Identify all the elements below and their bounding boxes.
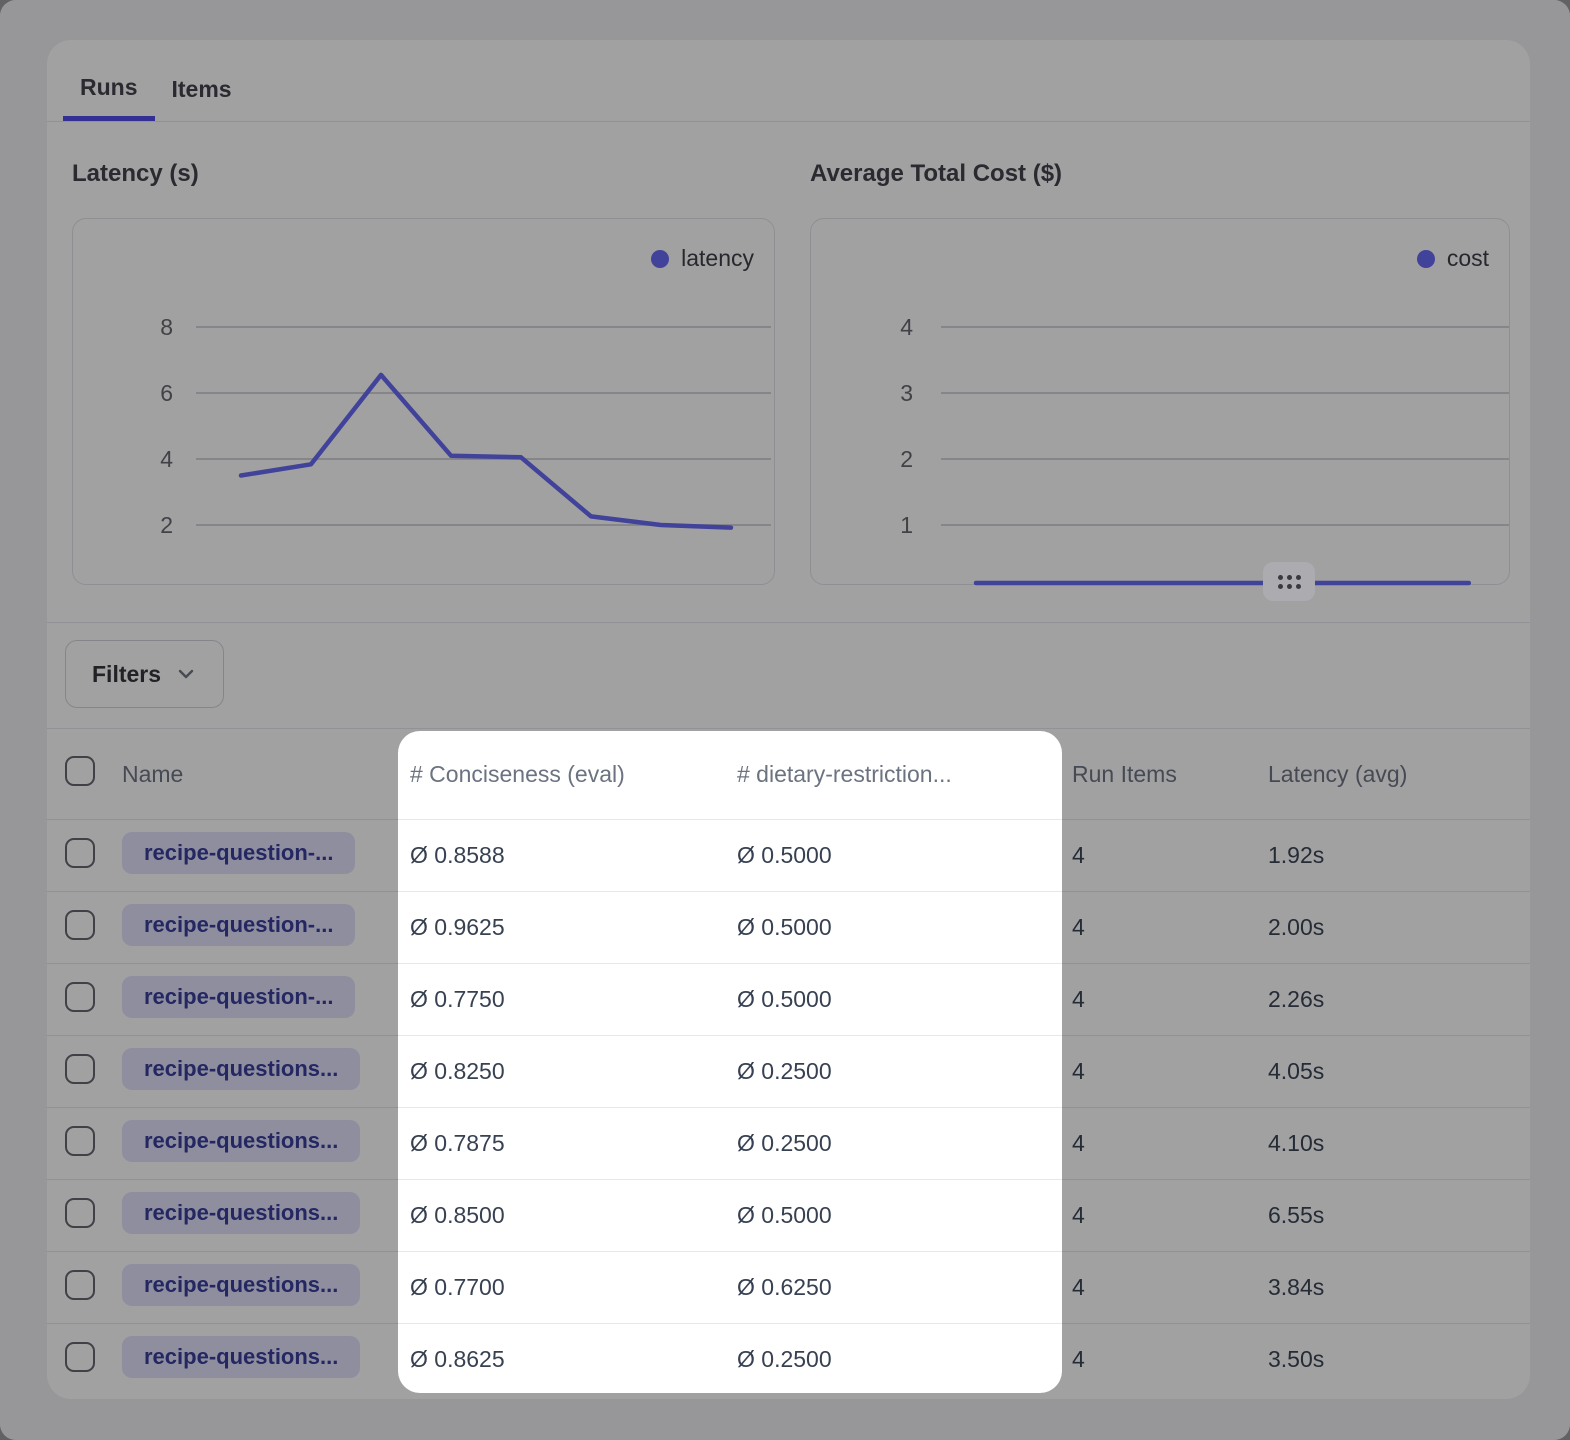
legend-dot-icon [1417,250,1435,268]
table-row: recipe-question-... Ø 0.9625 Ø 0.5000 4 … [47,891,1530,963]
table-body: recipe-question-... Ø 0.8588 Ø 0.5000 4 … [47,819,1530,1395]
latency-cell: 3.84s [1268,1274,1530,1301]
dietary-score-cell: Ø 0.5000 [730,914,1062,941]
row-checkbox[interactable] [65,1054,95,1084]
latency-chart: 8 6 4 2 latency [72,218,775,585]
conciseness-score-cell: Ø 0.8588 [398,842,730,869]
row-checkbox[interactable] [65,982,95,1012]
run-name-badge[interactable]: recipe-question-... [122,832,355,874]
page-background: Runs Items Latency (s) 8 6 4 2 latency Aver… [0,0,1570,1440]
latency-cell: 3.50s [1268,1346,1530,1373]
run-name-badge[interactable]: recipe-question-... [122,976,355,1018]
run-name-badge[interactable]: recipe-questions... [122,1120,360,1162]
dietary-score-cell: Ø 0.2500 [730,1130,1062,1157]
dietary-score-cell: Ø 0.5000 [730,986,1062,1013]
latency-cell: 6.55s [1268,1202,1530,1229]
svg-text:3: 3 [900,380,913,406]
tab-runs[interactable]: Runs [63,40,155,121]
dietary-score-cell: Ø 0.2500 [730,1058,1062,1085]
table-row: recipe-questions... Ø 0.7700 Ø 0.6250 4 … [47,1251,1530,1323]
section-divider [47,622,1530,623]
dietary-score-cell: Ø 0.2500 [730,1346,1062,1373]
row-checkbox[interactable] [65,910,95,940]
filters-button[interactable]: Filters [65,640,224,708]
latency-cell: 4.05s [1268,1058,1530,1085]
run-items-cell: 4 [1062,1346,1268,1373]
tab-bar: Runs Items [47,40,1530,122]
conciseness-score-cell: Ø 0.7875 [398,1130,730,1157]
latency-cell: 1.92s [1268,842,1530,869]
cost-chart: 4 3 2 1 cost [810,218,1510,585]
drag-handle-icon[interactable] [1263,562,1315,601]
row-checkbox[interactable] [65,1126,95,1156]
conciseness-score-cell: Ø 0.8500 [398,1202,730,1229]
run-items-cell: 4 [1062,1274,1268,1301]
latency-cell: 2.00s [1268,914,1530,941]
main-card: Runs Items Latency (s) 8 6 4 2 latency Aver… [47,40,1530,1399]
column-header-dietary[interactable]: # dietary-restriction... [730,761,1062,788]
table-row: recipe-questions... Ø 0.8500 Ø 0.5000 4 … [47,1179,1530,1251]
conciseness-score-cell: Ø 0.7750 [398,986,730,1013]
svg-text:2: 2 [160,512,173,538]
column-header-run-items[interactable]: Run Items [1062,761,1268,788]
cost-line-plot: 4 3 2 1 [811,219,1511,586]
legend-dot-icon [651,250,669,268]
svg-text:2: 2 [900,446,913,472]
table-header-row: Name # Conciseness (eval) # dietary-rest… [47,729,1530,819]
conciseness-score-cell: Ø 0.7700 [398,1274,730,1301]
latency-legend: latency [651,245,754,272]
svg-text:6: 6 [160,380,173,406]
column-header-name[interactable]: Name [122,761,398,788]
table-row: recipe-questions... Ø 0.8250 Ø 0.2500 4 … [47,1035,1530,1107]
latency-cell: 4.10s [1268,1130,1530,1157]
column-header-conciseness[interactable]: # Conciseness (eval) [398,761,730,788]
legend-label: cost [1447,245,1489,272]
run-name-badge[interactable]: recipe-questions... [122,1192,360,1234]
run-name-badge[interactable]: recipe-questions... [122,1264,360,1306]
table-row: recipe-questions... Ø 0.8625 Ø 0.2500 4 … [47,1323,1530,1395]
table-row: recipe-question-... Ø 0.8588 Ø 0.5000 4 … [47,819,1530,891]
cost-legend: cost [1417,245,1489,272]
row-checkbox[interactable] [65,1342,95,1372]
dietary-score-cell: Ø 0.6250 [730,1274,1062,1301]
latency-cell: 2.26s [1268,986,1530,1013]
row-checkbox[interactable] [65,838,95,868]
runs-table: Name # Conciseness (eval) # dietary-rest… [47,728,1530,1399]
row-checkbox[interactable] [65,1198,95,1228]
latency-chart-title: Latency (s) [72,160,199,188]
conciseness-score-cell: Ø 0.8250 [398,1058,730,1085]
column-header-latency[interactable]: Latency (avg) [1268,761,1530,788]
run-items-cell: 4 [1062,914,1268,941]
tab-items[interactable]: Items [155,40,249,121]
select-all-checkbox[interactable] [65,756,95,786]
filters-label: Filters [92,661,161,688]
svg-text:4: 4 [900,314,913,340]
conciseness-score-cell: Ø 0.8625 [398,1346,730,1373]
conciseness-score-cell: Ø 0.9625 [398,914,730,941]
run-name-badge[interactable]: recipe-question-... [122,904,355,946]
svg-text:8: 8 [160,314,173,340]
run-name-badge[interactable]: recipe-questions... [122,1336,360,1378]
svg-text:1: 1 [900,512,913,538]
latency-line-plot: 8 6 4 2 [73,219,776,586]
table-row: recipe-question-... Ø 0.7750 Ø 0.5000 4 … [47,963,1530,1035]
row-checkbox[interactable] [65,1270,95,1300]
dietary-score-cell: Ø 0.5000 [730,842,1062,869]
dietary-score-cell: Ø 0.5000 [730,1202,1062,1229]
run-items-cell: 4 [1062,1058,1268,1085]
chevron-down-icon [175,663,197,685]
cost-chart-title: Average Total Cost ($) [810,160,1062,188]
table-row: recipe-questions... Ø 0.7875 Ø 0.2500 4 … [47,1107,1530,1179]
run-name-badge[interactable]: recipe-questions... [122,1048,360,1090]
svg-text:4: 4 [160,446,173,472]
run-items-cell: 4 [1062,1202,1268,1229]
legend-label: latency [681,245,754,272]
run-items-cell: 4 [1062,986,1268,1013]
run-items-cell: 4 [1062,842,1268,869]
run-items-cell: 4 [1062,1130,1268,1157]
